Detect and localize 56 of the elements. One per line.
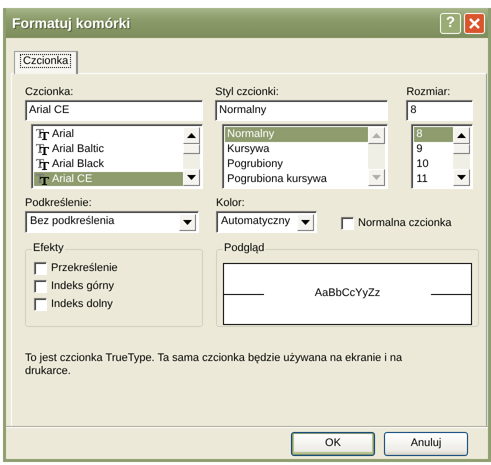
truetype-icon: [36, 174, 49, 185]
field-label: Kolor:: [216, 197, 245, 211]
list-item[interactable]: Kursywa: [225, 142, 368, 157]
field-label: Podkreślenie:: [25, 197, 92, 211]
down-arrow-icon: [457, 175, 466, 180]
list-item[interactable]: Arial: [34, 127, 183, 142]
tab[interactable]: Czcionka: [14, 51, 78, 74]
close-icon: [468, 16, 481, 30]
checkbox[interactable]: [34, 298, 47, 312]
checkbox[interactable]: [341, 217, 354, 230]
preview-text: AaBbCcYyZz: [314, 287, 382, 301]
ok-button[interactable]: OK: [291, 432, 375, 456]
checkbox[interactable]: [34, 280, 47, 294]
down-arrow-icon: [183, 220, 192, 224]
group-title: Podgląd: [223, 242, 266, 256]
down-arrow-icon: [372, 175, 382, 180]
info-text: To jest czcionka TrueType. Ta sama czcionka będzie używana na ekranie i na drukarce.: [25, 352, 404, 378]
field-label: Czcionka:: [25, 86, 74, 100]
list-item[interactable]: 11: [414, 172, 454, 186]
scroll-thumb[interactable]: [453, 144, 470, 154]
checkbox-label[interactable]: Indeks dolny: [51, 298, 113, 312]
dropdown[interactable]: Bez podkreślenia: [25, 211, 199, 233]
list-item[interactable]: Arial Baltic: [34, 142, 183, 157]
down-arrow-icon: [187, 175, 196, 180]
up-arrow-icon: [457, 133, 466, 138]
text-field[interactable]: Arial CE: [25, 100, 203, 121]
list-item[interactable]: 9: [414, 142, 454, 157]
window-title: Formatuj komórki: [12, 14, 132, 32]
truetype-icon: [36, 129, 49, 140]
up-arrow-icon: [187, 133, 196, 138]
dropdown-button[interactable]: [179, 214, 196, 230]
close-button[interactable]: [464, 12, 485, 34]
checkbox[interactable]: [34, 262, 47, 276]
cancel-button[interactable]: Anuluj: [384, 432, 468, 456]
scrollbar[interactable]: [183, 127, 200, 186]
dropdown-button[interactable]: [297, 214, 314, 230]
scroll-thumb[interactable]: [183, 144, 200, 154]
group-title: Efekty: [32, 242, 65, 256]
dropdown[interactable]: Automatyczny: [216, 211, 317, 233]
scrollbar[interactable]: [368, 127, 386, 186]
checkbox-label[interactable]: Przekreślenie: [51, 262, 118, 276]
checkbox-label[interactable]: Normalna czcionka: [358, 217, 452, 230]
down-arrow-icon: [301, 220, 310, 224]
list-item[interactable]: 10: [414, 157, 454, 172]
text-field[interactable]: Normalny: [215, 100, 388, 121]
field-label: Rozmiar:: [406, 86, 450, 100]
list-item[interactable]: Arial Black: [34, 157, 183, 172]
text-field[interactable]: 8: [406, 100, 474, 121]
truetype-icon: [36, 159, 49, 170]
truetype-icon: [36, 144, 49, 155]
field-label: Styl czcionki:: [215, 86, 279, 100]
list-item[interactable]: Pogrubiony: [225, 157, 368, 172]
checkbox-label[interactable]: Indeks górny: [51, 280, 114, 294]
list-item[interactable]: Pogrubiona kursywa: [225, 172, 368, 186]
scrollbar[interactable]: [453, 127, 470, 186]
up-arrow-icon: [372, 133, 382, 138]
